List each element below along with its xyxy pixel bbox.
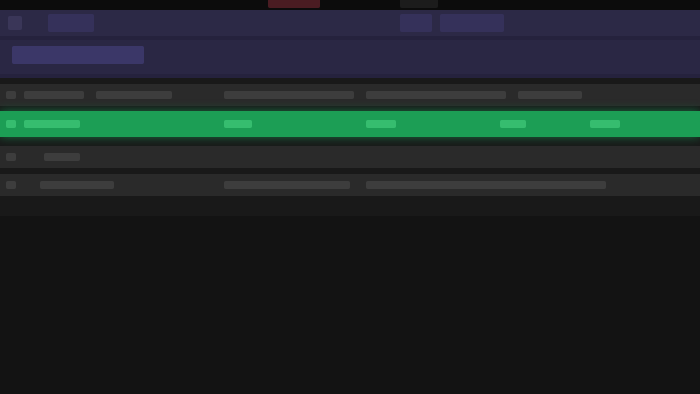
empty-area: [0, 216, 700, 394]
table-row[interactable]: [0, 84, 700, 106]
column-tab[interactable]: [400, 14, 432, 32]
table-cell: [96, 91, 172, 99]
table-cell: [224, 91, 354, 99]
header: [0, 10, 700, 78]
page-title: [12, 46, 144, 64]
row-icon: [6, 153, 16, 161]
table-cell: [366, 120, 396, 128]
menu-icon[interactable]: [8, 16, 22, 30]
table-cell: [590, 120, 620, 128]
table-cell: [224, 120, 252, 128]
data-table: [0, 78, 700, 216]
table-cell: [366, 181, 606, 189]
toolbar: [0, 40, 700, 74]
table-cell: [44, 153, 80, 161]
table-cell: [518, 91, 582, 99]
window-control-red[interactable]: [268, 0, 320, 8]
row-icon: [6, 181, 16, 189]
table-cell: [366, 91, 506, 99]
table-cell: [500, 120, 526, 128]
table-row[interactable]: [0, 146, 700, 168]
table-row-selected[interactable]: [0, 111, 700, 137]
title-bar: [0, 0, 700, 10]
window-control-dark[interactable]: [400, 0, 438, 8]
table-cell: [224, 181, 350, 189]
table-cell: [24, 91, 84, 99]
column-tab[interactable]: [440, 14, 504, 32]
row-icon: [6, 120, 16, 128]
column-tab[interactable]: [48, 14, 94, 32]
table-row[interactable]: [0, 174, 700, 196]
row-icon: [6, 91, 16, 99]
table-cell: [24, 120, 80, 128]
column-header-bar: [0, 10, 700, 36]
app-window: [0, 0, 700, 394]
table-cell: [40, 181, 114, 189]
